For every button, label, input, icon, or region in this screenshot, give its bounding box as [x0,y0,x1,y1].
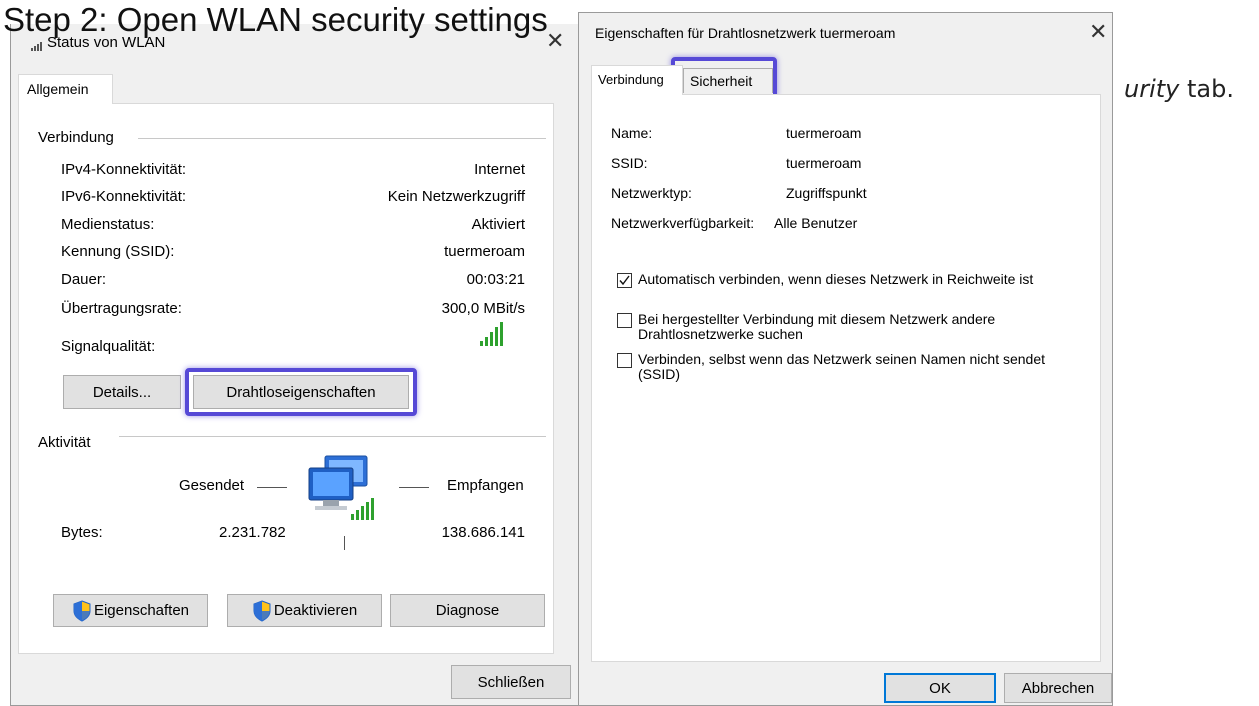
field-value: Zugriffspunkt [786,185,867,201]
sent-line [257,487,287,488]
row-value: Kein Netzwerkzugriff [387,188,525,205]
activity-separator [344,536,345,550]
field-label: SSID: [611,155,648,171]
uac-shield-icon [253,599,271,622]
tab-allgemein[interactable]: Allgemein [18,74,113,104]
security-tab-highlight [671,57,777,99]
connection-divider [138,138,546,139]
scan-other-networks-label: Bei hergestellter Verbindung mit diesem … [638,311,996,342]
bytes-label: Bytes: [61,524,103,541]
wireless-properties-highlight [185,368,417,416]
bytes-received: 138.686.141 [441,524,525,541]
field-label: Netzwerkverfügbarkeit: [611,215,755,231]
row-label: Übertragungsrate: [61,300,182,317]
step-title: Step 2: Open WLAN security settings [3,1,548,38]
scan-other-networks-checkbox[interactable] [617,313,632,328]
wireless-properties-window: Eigenschaften für Drahtlosnetzwerk tuerm… [578,12,1113,706]
row-value: tuermeroam [444,243,525,260]
properties-button-label: Eigenschaften [93,602,190,619]
diagnose-button-label: Diagnose [435,602,500,619]
diagnose-button[interactable]: Diagnose [390,594,545,627]
row-label: Medienstatus: [61,216,155,233]
tab-label: Allgemein [27,81,89,97]
caption-tail: tab. [1187,75,1234,103]
row-label: Kennung (SSID): [61,243,175,260]
uac-shield-icon [73,599,91,622]
hidden-ssid-checkbox[interactable] [617,353,632,368]
row-label: Dauer: [61,271,107,288]
row-value: 300,0 MBit/s [441,300,525,317]
field-value: tuermeroam [786,125,862,141]
network-computers-icon [307,454,383,531]
wifi-signal-icon [31,38,43,56]
row-value: Aktiviert [471,216,525,233]
wlan-status-window: Status von WLAN ✕ Allgemein Verbindung I… [10,24,580,706]
signal-strength-icon [480,321,506,352]
row-label: IPv6-Konnektivität: [61,188,187,205]
disable-button[interactable]: Deaktivieren [227,594,382,627]
row-value: 00:03:21 [466,271,525,288]
disable-button-label: Deaktivieren [273,602,358,619]
window-title: Eigenschaften für Drahtlosnetzwerk tuerm… [595,25,896,41]
row-label: IPv4-Konnektivität: [61,161,187,178]
close-button[interactable]: Schließen [451,665,571,699]
sent-label: Gesendet [179,477,245,494]
received-label: Empfangen [447,477,524,494]
received-line [399,487,429,488]
signal-label: Signalqualität: [61,338,156,355]
close-button-label: Schließen [477,673,545,691]
activity-heading: Aktivität [38,434,91,451]
field-value: tuermeroam [786,155,862,171]
activity-divider [119,436,546,437]
ok-button-label: OK [929,679,951,697]
close-icon[interactable]: ✕ [1089,21,1107,43]
details-button[interactable]: Details... [63,375,181,409]
hidden-ssid-label: Verbinden, selbst wenn das Netzwerk sein… [638,351,1046,382]
details-button-label: Details... [92,383,152,401]
cancel-button[interactable]: Abbrechen [1004,673,1112,703]
caption-fragment: urity tab. [1124,75,1234,103]
field-value: Alle Benutzer [774,215,858,231]
bytes-sent: 2.231.782 [219,524,286,541]
checkmark-icon [619,275,630,286]
row-value: Internet [474,161,525,178]
ok-button[interactable]: OK [884,673,996,703]
auto-connect-checkbox[interactable] [617,273,632,288]
field-label: Name: [611,125,653,141]
tab-label: Verbindung [598,72,664,87]
field-label: Netzwerktyp: [611,185,692,201]
tab-verbindung[interactable]: Verbindung [591,65,683,95]
caption-word: urity [1124,75,1180,103]
connection-heading: Verbindung [38,129,114,146]
close-icon[interactable]: ✕ [546,30,564,52]
properties-button[interactable]: Eigenschaften [53,594,208,627]
cancel-button-label: Abbrechen [1021,679,1095,697]
auto-connect-label: Automatisch verbinden, wenn dieses Netzw… [638,271,1034,287]
